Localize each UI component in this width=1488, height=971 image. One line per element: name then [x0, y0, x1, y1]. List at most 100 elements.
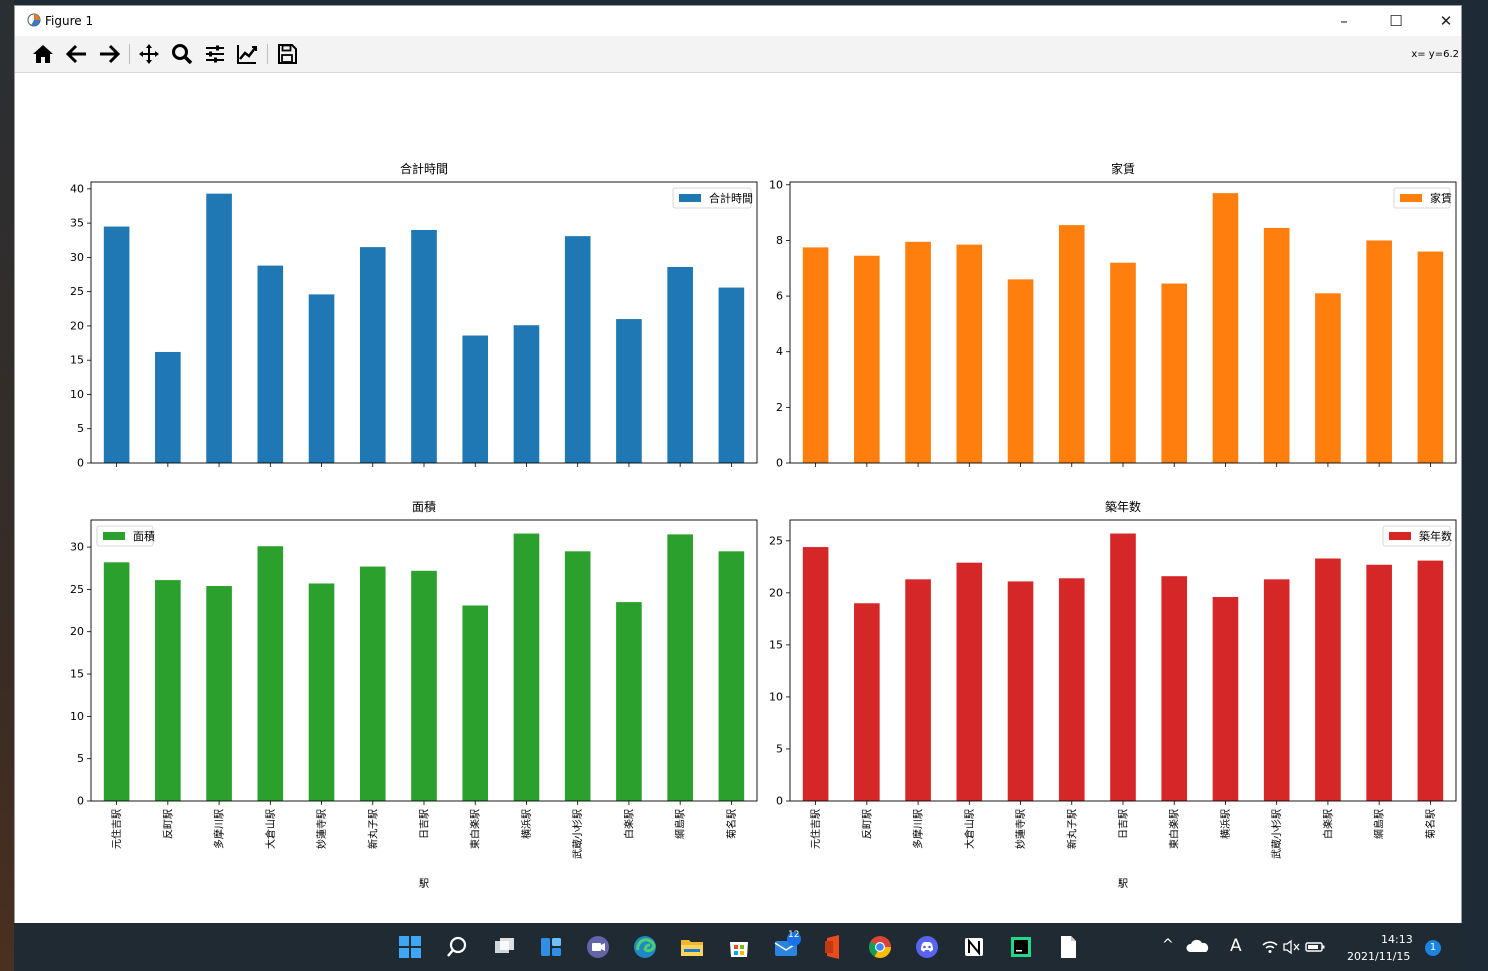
tray-overflow-chevron[interactable]: ^: [1162, 937, 1174, 953]
cursor-coordinates: x= y=6.2: [1411, 49, 1459, 60]
chrome-icon[interactable]: [864, 931, 896, 963]
y-tick-label: 2: [776, 401, 783, 414]
chart-title: 合計時間: [400, 161, 448, 176]
notification-badge[interactable]: 1: [1425, 940, 1441, 956]
x-tick-label: 菊名駅: [725, 809, 738, 839]
y-tick-label: 0: [776, 457, 783, 470]
x-tick-label: 多摩川駅: [912, 809, 925, 849]
y-tick-label: 30: [70, 541, 84, 554]
edit-axis-icon[interactable]: [235, 42, 261, 66]
bar-白楽駅: [1315, 293, 1341, 463]
bar-綱島駅: [667, 266, 693, 463]
clock-time[interactable]: 14:13: [1381, 933, 1413, 946]
configure-subplots-icon[interactable]: [203, 42, 229, 66]
start-icon[interactable]: [394, 931, 426, 963]
bar-横浜駅: [513, 533, 540, 801]
bar-東白楽駅: [462, 605, 489, 801]
file-icon[interactable]: [1052, 931, 1084, 963]
store-icon[interactable]: [723, 931, 755, 963]
ime-indicator[interactable]: A: [1230, 936, 1242, 956]
bar-新丸子駅: [359, 566, 386, 801]
bar-日吉駅: [411, 229, 437, 463]
x-tick-label: 反町駅: [162, 809, 174, 839]
edge-icon[interactable]: [629, 931, 661, 963]
bar-新丸子駅: [359, 247, 386, 463]
bar-菊名駅: [718, 551, 745, 801]
bar-武蔵小杉駅: [1263, 227, 1290, 463]
maximize-button[interactable]: ☐: [1373, 6, 1419, 36]
x-axis-label: 駅: [1118, 878, 1128, 890]
bar-横浜駅: [513, 325, 540, 463]
x-tick-label: 東白楽駅: [1168, 809, 1181, 849]
bar-反町駅: [854, 255, 880, 463]
x-tick-label: 東白楽駅: [469, 809, 482, 849]
bar-武蔵小杉駅: [564, 551, 591, 801]
y-tick-label: 6: [776, 290, 783, 303]
file-explorer-icon[interactable]: [676, 931, 708, 963]
bar-大倉山駅: [257, 265, 284, 463]
clock-date[interactable]: 2021/11/15: [1347, 950, 1410, 963]
close-button[interactable]: ✕: [1423, 6, 1469, 36]
mail-icon[interactable]: 12: [770, 930, 802, 963]
bar-反町駅: [155, 580, 181, 801]
bar-元住吉駅: [103, 226, 130, 463]
legend-swatch: [679, 194, 701, 202]
save-icon[interactable]: [275, 42, 301, 66]
zoom-icon[interactable]: [170, 42, 196, 66]
search-icon[interactable]: [441, 931, 473, 963]
bar-白楽駅: [616, 319, 642, 463]
teams-chat-icon[interactable]: [582, 931, 614, 963]
bar-妙蓮寺駅: [308, 294, 335, 463]
bar-多摩川駅: [905, 579, 931, 801]
bar-横浜駅: [1212, 597, 1239, 801]
y-tick-label: 15: [70, 354, 84, 367]
bar-綱島駅: [667, 534, 693, 801]
legend-swatch: [1389, 532, 1411, 540]
bar-反町駅: [854, 603, 880, 801]
pan-icon[interactable]: [137, 42, 163, 66]
bar-元住吉駅: [802, 247, 829, 463]
y-tick-label: 10: [769, 178, 783, 191]
minimize-button[interactable]: –: [1321, 6, 1367, 36]
x-tick-label: 横浜駅: [520, 809, 533, 839]
task-view-icon[interactable]: [488, 931, 520, 963]
y-tick-label: 10: [769, 690, 783, 703]
x-tick-label: 横浜駅: [1219, 809, 1232, 839]
legend-label: 築年数: [1419, 529, 1452, 543]
legend-label: 家賃: [1430, 191, 1452, 205]
desktop-edge: [0, 0, 14, 971]
bar-菊名駅: [1417, 560, 1444, 801]
y-tick-label: 15: [769, 638, 783, 651]
x-axis-label: 駅: [419, 878, 429, 890]
chart-title: 面積: [412, 499, 436, 514]
discord-icon[interactable]: [911, 931, 943, 963]
y-tick-label: 40: [70, 182, 84, 195]
back-icon[interactable]: [65, 42, 91, 66]
y-tick-label: 30: [70, 251, 84, 264]
home-icon[interactable]: [31, 42, 57, 66]
x-tick-label: 妙蓮寺駅: [1014, 809, 1027, 849]
x-tick-label: 新丸子駅: [1065, 809, 1078, 849]
y-tick-label: 10: [70, 388, 84, 401]
bar-新丸子駅: [1058, 225, 1085, 463]
legend-label: 合計時間: [709, 191, 753, 205]
office-icon[interactable]: [817, 931, 849, 963]
pycharm-icon[interactable]: [1005, 931, 1037, 963]
battery-icon[interactable]: [1299, 931, 1331, 963]
bar-武蔵小杉駅: [564, 236, 591, 463]
bar-大倉山駅: [257, 546, 284, 801]
x-tick-label: 反町駅: [861, 809, 873, 839]
x-tick-label: 日吉駅: [419, 809, 431, 839]
legend-swatch: [1400, 194, 1422, 202]
widgets-icon[interactable]: [535, 931, 567, 963]
bar-菊名駅: [718, 287, 745, 463]
notion-icon[interactable]: [958, 931, 990, 963]
x-tick-label: 大倉山駅: [963, 809, 976, 849]
forward-icon[interactable]: [97, 42, 123, 66]
bar-綱島駅: [1366, 564, 1392, 801]
y-tick-label: 10: [70, 710, 84, 723]
onedrive-icon[interactable]: [1182, 931, 1214, 963]
bar-反町駅: [155, 351, 181, 463]
figure-canvas[interactable]: 合計時間 0 5 10 15 20 25 30 35 40 合計時間 家賃 0 2 4 6 8 10 家賃 面積 元住吉…: [15, 73, 1461, 923]
y-tick-label: 25: [769, 534, 783, 547]
